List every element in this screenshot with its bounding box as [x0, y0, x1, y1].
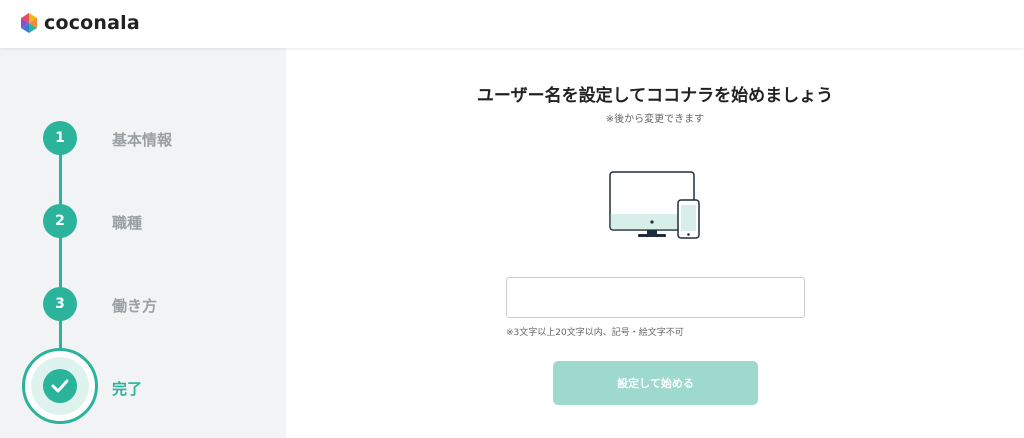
- start-button[interactable]: 設定して始める: [553, 361, 758, 405]
- main-panel: ユーザー名を設定してココナラを始めましょう ※後から変更できます ※3文字以上2…: [286, 48, 1024, 438]
- page-subtitle: ※後から変更できます: [605, 114, 705, 125]
- coconala-logo[interactable]: coconala: [18, 10, 140, 36]
- step-complete-circle: [43, 369, 77, 403]
- step-1-circle: 1: [43, 121, 77, 155]
- step-2-circle: 2: [43, 204, 77, 238]
- desktop-and-phone-icon: [609, 171, 700, 239]
- logo-text: coconala: [44, 12, 140, 34]
- username-hint: ※3文字以上20文字以内、記号・絵文字不可: [506, 328, 684, 338]
- coconala-logo-icon: [21, 13, 37, 33]
- check-icon: [51, 379, 69, 393]
- step-4-label: 完了: [112, 380, 143, 398]
- step-complete-halo: [31, 357, 89, 415]
- step-3-label: 働き方: [112, 297, 158, 315]
- step-1-label: 基本情報: [112, 131, 173, 149]
- step-2-number: 2: [55, 213, 65, 229]
- step-1-number: 1: [55, 130, 65, 146]
- page-title: ユーザー名を設定してココナラを始めましょう: [476, 86, 834, 106]
- step-3-circle: 3: [43, 287, 77, 321]
- step-2-label: 職種: [112, 214, 143, 232]
- step-complete-indicator: [22, 348, 98, 424]
- header: coconala: [0, 0, 1024, 48]
- progress-sidebar: 1 基本情報 2 職種 3 働き方 完了: [0, 48, 286, 438]
- username-input[interactable]: [506, 277, 805, 318]
- step-3-number: 3: [55, 296, 65, 312]
